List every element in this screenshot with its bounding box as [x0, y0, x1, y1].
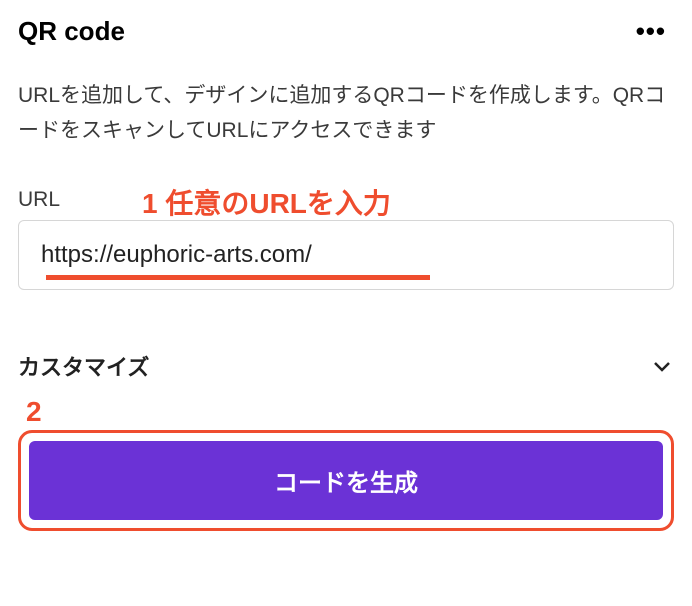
url-field-row: URL 1 任意のURLを入力 [18, 188, 674, 212]
generate-code-button[interactable]: コードを生成 [29, 441, 663, 520]
customize-toggle[interactable]: カスタマイズ [18, 346, 674, 386]
panel-header: QR code ••• [18, 12, 674, 51]
panel-description: URLを追加して、デザインに追加するQRコードを作成します。QRコードをスキャン… [18, 79, 674, 148]
url-input-wrap [18, 220, 674, 290]
customize-label: カスタマイズ [18, 350, 149, 382]
annotation-highlight-box: コードを生成 [18, 430, 674, 531]
url-input[interactable] [18, 220, 674, 290]
panel-title: QR code [18, 16, 125, 47]
annotation-step-1: 1 任意のURLを入力 [142, 182, 391, 222]
more-options-icon[interactable]: ••• [628, 12, 674, 51]
chevron-down-icon [650, 354, 674, 378]
annotation-step-2: 2 [26, 396, 674, 428]
